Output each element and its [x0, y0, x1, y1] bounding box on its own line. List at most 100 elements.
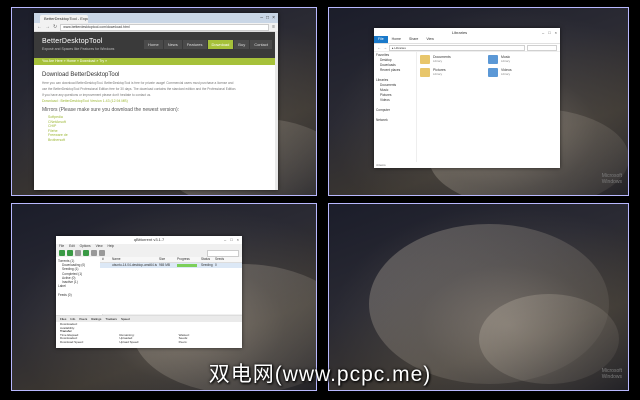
page-content: Download BetterDesktopTool Here you can …: [34, 65, 278, 146]
folder-icon: [420, 55, 430, 64]
minimize-icon[interactable]: –: [542, 30, 544, 35]
nav-contact[interactable]: Contact: [250, 40, 272, 49]
column-size[interactable]: Size: [157, 257, 175, 262]
site-tagline: Exposé and Spaces like Features for Wind…: [42, 47, 115, 51]
nav-home[interactable]: Home: [144, 40, 163, 49]
menu-file[interactable]: File: [59, 244, 64, 249]
pictures-folder-icon: [420, 68, 430, 77]
address-bar[interactable]: www.betterdesktoptool.com/download.html: [60, 23, 270, 31]
maximize-icon[interactable]: □: [266, 13, 269, 23]
address-bar[interactable]: ▸ Libraries: [389, 44, 525, 51]
minimize-icon[interactable]: –: [260, 13, 263, 23]
menu-icon[interactable]: ≡: [272, 24, 275, 30]
nav-pane-item[interactable]: Network: [376, 118, 414, 123]
mirror-list: Softpedia CNetAnsoft CHIP Filehe Freewar…: [42, 115, 270, 142]
site-watermark-caption: 双电网(www.pcpc.me): [208, 363, 432, 386]
column-number[interactable]: #: [100, 257, 110, 262]
explorer-titlebar: Libraries – □ ×: [374, 28, 560, 36]
videos-folder-icon: [488, 68, 498, 77]
pause-icon[interactable]: [91, 250, 97, 256]
browser-tab[interactable]: BetterDesktopTool - Expo: [40, 15, 88, 23]
delete-icon[interactable]: [75, 250, 81, 256]
site-header: BetterDesktopTool Exposé and Spaces like…: [34, 32, 278, 58]
ribbon-tab-file[interactable]: File: [374, 36, 388, 43]
resume-icon[interactable]: [83, 250, 89, 256]
torrent-sidebar: Torrents (1) Downloading (0) Seeding (1) Co…: [56, 257, 103, 318]
file-explorer-window[interactable]: Libraries – □ × File Home Share View ← → ▸…: [374, 28, 560, 168]
back-icon[interactable]: ←: [37, 24, 42, 30]
breadcrumb: You Are Here » Home » Download » Try »: [34, 58, 278, 65]
torrent-client-window[interactable]: qBittorrent v3.1.7 – □ × File Edit Options…: [56, 236, 242, 348]
nav-buy[interactable]: Buy: [234, 40, 250, 49]
status-bar: 4 items: [376, 163, 386, 167]
libraries-view: Documents Library Music Library Pictures Li…: [414, 53, 556, 79]
window-title: Libraries: [451, 29, 468, 35]
detail-field: Download Speed:: [60, 339, 84, 344]
column-name[interactable]: Name: [110, 257, 157, 262]
detail-field: Peers:: [178, 339, 188, 344]
download-link[interactable]: Download : BetterDesktopTool Version 1.4…: [42, 99, 270, 103]
back-icon[interactable]: ←: [377, 45, 381, 50]
browser-tab-bar: BetterDesktopTool - Expo – □ ×: [34, 13, 278, 23]
desktop-quadrant-top-left[interactable]: BetterDesktopTool - Expo – □ × ← → ↻ www.b…: [11, 7, 317, 196]
paragraph: If you have any questions or improvement…: [42, 93, 152, 97]
table-row[interactable]: ubuntu-14.04-desktop-amd64.iso 965 MB Se…: [100, 263, 242, 268]
site-nav: Home News Features Download Buy Contact: [144, 40, 272, 49]
add-torrent-icon[interactable]: [59, 250, 65, 256]
wallpaper-watermark: Microsoft Windows: [601, 173, 622, 185]
desktop-quadrant-top-right[interactable]: Libraries – □ × File Home Share View ← → ▸…: [328, 7, 629, 196]
menu-view[interactable]: View: [96, 244, 103, 249]
reload-icon[interactable]: ↻: [53, 24, 57, 30]
column-progress[interactable]: Progress: [175, 257, 199, 262]
maximize-icon[interactable]: □: [548, 30, 550, 35]
detail-field: Upload Speed:: [119, 339, 140, 344]
library-pictures[interactable]: Pictures Library: [420, 68, 482, 77]
menu-options[interactable]: Options: [80, 244, 91, 249]
row-number: [100, 263, 110, 268]
settings-icon[interactable]: [99, 250, 105, 256]
menu-edit[interactable]: Edit: [69, 244, 75, 249]
row-seeds: 0: [215, 263, 217, 267]
ribbon-tab-view[interactable]: View: [422, 36, 438, 43]
detail-panel: Downloaded: Availability: Transfer Time …: [56, 322, 242, 348]
row-progress: [175, 263, 199, 268]
music-folder-icon: [488, 55, 498, 64]
library-videos[interactable]: Videos Library: [488, 68, 550, 77]
library-music[interactable]: Music Library: [488, 55, 550, 64]
column-status[interactable]: Status: [199, 257, 213, 262]
minimize-icon[interactable]: –: [224, 236, 226, 244]
search-input[interactable]: [527, 44, 557, 51]
forward-icon[interactable]: →: [383, 45, 387, 50]
torrent-titlebar: qBittorrent v3.1.7 – □ ×: [56, 236, 242, 244]
navigation-pane: Favorites Desktop Downloads Recent places L…: [374, 51, 417, 162]
row-status: Seeding: [201, 263, 213, 267]
detail-tabs: Files Info Peers Ratings Trackers Speed: [56, 315, 242, 322]
nav-download[interactable]: Download: [207, 40, 234, 49]
browser-window[interactable]: BetterDesktopTool - Expo – □ × ← → ↻ www.b…: [34, 13, 278, 190]
browser-toolbar: ← → ↻ www.betterdesktoptool.com/download…: [34, 23, 278, 32]
transfer-grid: Time Elapsed: Remaining: Wasted: Downloa…: [60, 333, 238, 345]
nav-features[interactable]: Features: [182, 40, 207, 49]
nav-news[interactable]: News: [163, 40, 182, 49]
column-seeds[interactable]: Seeds: [213, 257, 235, 262]
maximize-icon[interactable]: □: [230, 236, 232, 244]
mirror-link[interactable]: Brothersoft: [42, 138, 270, 143]
forward-icon[interactable]: →: [45, 24, 50, 30]
close-icon[interactable]: ×: [272, 13, 275, 23]
add-link-icon[interactable]: [67, 250, 73, 256]
filter-input[interactable]: [207, 249, 239, 257]
torrent-list: # Name Size Progress Status Seeds ubuntu…: [100, 257, 242, 314]
row-size: 965 MB: [159, 263, 170, 267]
close-icon[interactable]: ×: [237, 236, 239, 244]
close-icon[interactable]: ×: [555, 30, 557, 35]
site-logo[interactable]: BetterDesktopTool: [42, 38, 103, 45]
ribbon-tab-home[interactable]: Home: [388, 36, 405, 43]
ribbon-tab-share[interactable]: Share: [405, 36, 422, 43]
scrollbar[interactable]: [275, 31, 278, 190]
page-title: Download BetterDesktopTool: [42, 72, 120, 78]
menu-help[interactable]: Help: [108, 244, 115, 249]
sidebar-filter-item[interactable]: Feeds (0): [58, 293, 100, 297]
paragraph: use the BetterDesktopTool Professional E…: [42, 87, 237, 91]
library-documents[interactable]: Documents Library: [420, 55, 482, 64]
progress-bar: [177, 263, 197, 267]
